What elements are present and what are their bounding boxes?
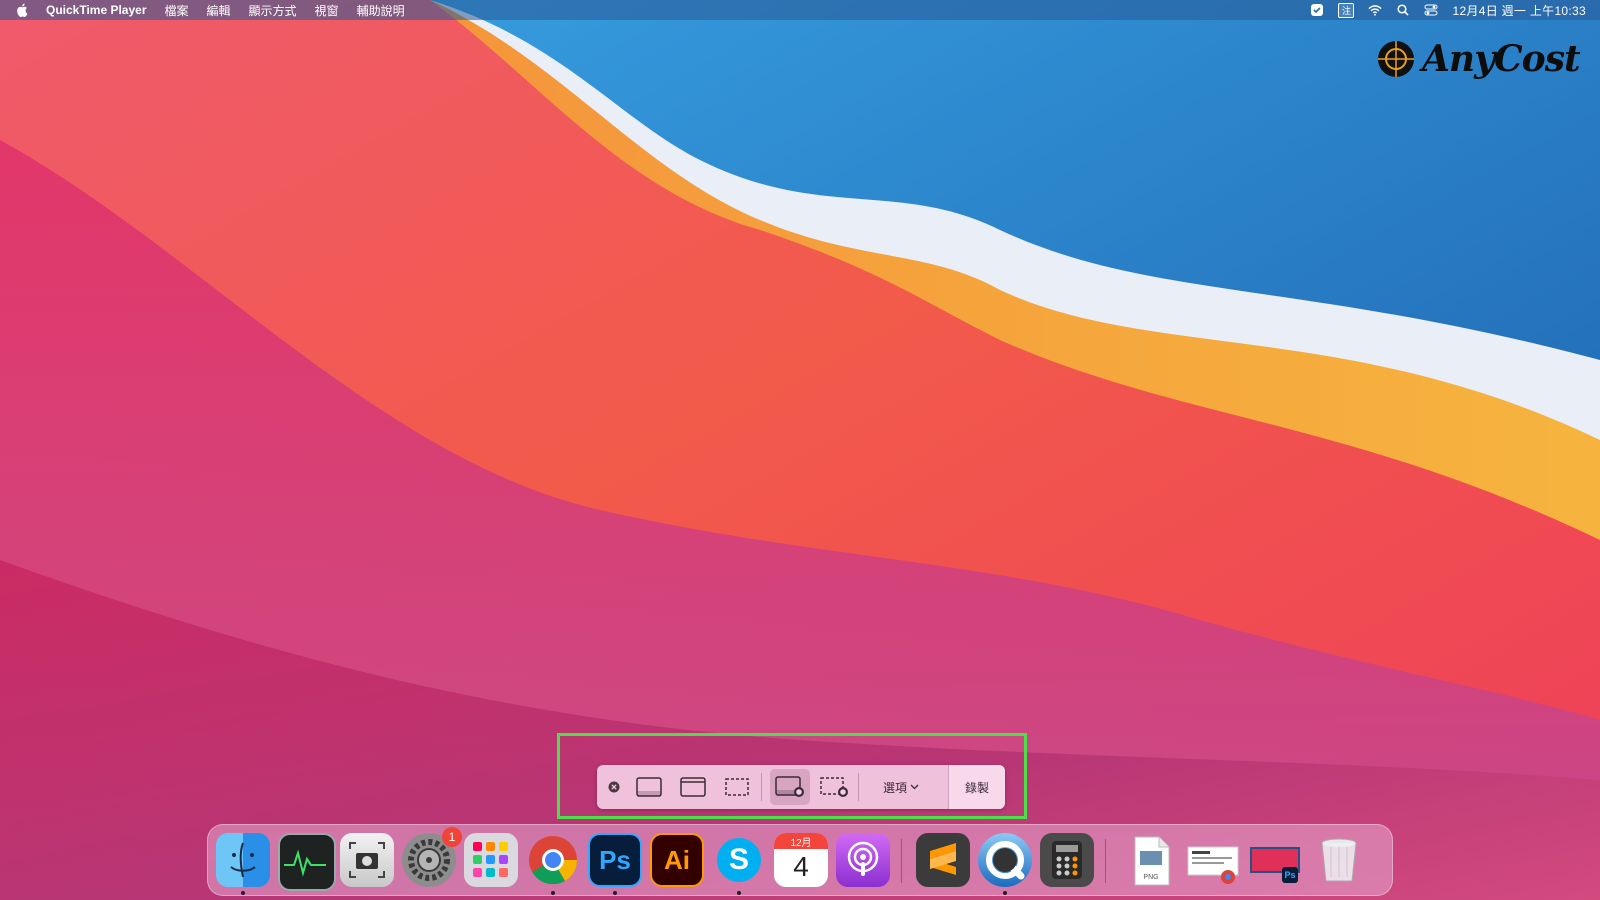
dock-podcasts[interactable]: [836, 833, 890, 887]
chrome-icon: [526, 833, 580, 887]
menu-bar: QuickTime Player 檔案 編輯 顯示方式 視窗 輔助說明 注 12…: [0, 0, 1600, 20]
dock-trash[interactable]: [1312, 833, 1366, 887]
entire-screen-icon: [636, 777, 662, 797]
record-screen-icon: [775, 776, 804, 797]
running-indicator: [1003, 891, 1007, 895]
dock-calendar[interactable]: 12月 4: [774, 833, 828, 887]
record-selection-icon: [820, 777, 848, 797]
running-indicator: [241, 891, 245, 895]
dock-separator: [901, 839, 902, 883]
chevron-down-icon: [910, 784, 919, 790]
menu-help[interactable]: 輔助說明: [357, 2, 405, 19]
record-button[interactable]: 錄製: [948, 765, 1005, 809]
menu-view[interactable]: 顯示方式: [249, 2, 297, 19]
dock-quicktime[interactable]: [978, 833, 1032, 895]
skype-icon: S: [712, 833, 766, 887]
close-icon: [608, 781, 620, 793]
trash-icon: [1312, 833, 1366, 887]
dock-chrome[interactable]: [526, 833, 580, 895]
sublime-text-icon: [916, 833, 970, 887]
record-entire-screen-button[interactable]: [770, 769, 810, 805]
record-selection-button[interactable]: [814, 769, 854, 805]
menu-window[interactable]: 視窗: [315, 2, 339, 19]
window-icon: [680, 777, 706, 797]
screenshot-camera-icon: [340, 833, 394, 887]
launchpad-grid-icon: [464, 833, 518, 887]
dock-activity-monitor[interactable]: [278, 833, 336, 891]
podcasts-icon: [836, 833, 890, 887]
illustrator-icon: Ai: [650, 833, 704, 887]
chrome-document-icon: [1186, 833, 1240, 887]
crosshair-logo-icon: [1378, 41, 1414, 77]
menu-edit[interactable]: 編輯: [207, 2, 231, 19]
control-center-icon[interactable]: [1424, 3, 1438, 17]
capture-selection-button[interactable]: [717, 769, 757, 805]
dock-finder[interactable]: [216, 833, 270, 895]
dock-system-preferences[interactable]: 1: [402, 827, 462, 887]
watermark-text: AnyCost: [1422, 38, 1581, 80]
capture-entire-screen-button[interactable]: [629, 769, 669, 805]
dock-skype[interactable]: S: [712, 833, 766, 895]
photoshop-icon: Ps: [588, 833, 642, 887]
quicktime-icon: [978, 833, 1032, 887]
options-dropdown[interactable]: 選項: [865, 769, 937, 805]
running-indicator: [737, 891, 741, 895]
capture-window-button[interactable]: [673, 769, 713, 805]
dock-launchpad[interactable]: [464, 833, 518, 887]
wifi-icon[interactable]: [1368, 3, 1383, 17]
calculator-icon: [1040, 833, 1094, 887]
spotlight-search-icon[interactable]: [1396, 3, 1410, 17]
watermark-logo: AnyCost: [1376, 34, 1581, 84]
dock-separator: [1105, 839, 1106, 883]
dock-chrome-document[interactable]: [1186, 833, 1240, 887]
dock: 1 Ps Ai S 12月 4 PNG Ps: [207, 824, 1393, 896]
running-indicator: [613, 891, 617, 895]
activity-monitor-icon: [278, 833, 336, 891]
menu-clock[interactable]: 12月4日 週一 上午10:33: [1452, 2, 1586, 19]
finder-icon: [216, 833, 270, 887]
checkmark-status-icon[interactable]: [1310, 3, 1324, 17]
dock-screenshot[interactable]: [340, 833, 394, 887]
menu-file[interactable]: 檔案: [165, 2, 189, 19]
photoshop-document-icon: Ps: [1248, 833, 1302, 887]
dock-calculator[interactable]: [1040, 833, 1094, 887]
screenshot-toolbar: 選項 錄製: [597, 765, 1005, 809]
png-file-icon: PNG: [1124, 833, 1178, 887]
toolbar-separator: [761, 773, 762, 801]
calendar-day: 4: [793, 851, 809, 882]
dock-png-file[interactable]: PNG: [1124, 833, 1178, 887]
input-method-icon[interactable]: 注: [1338, 2, 1355, 18]
calendar-icon: 12月 4: [774, 833, 828, 887]
dock-illustrator[interactable]: Ai: [650, 833, 704, 887]
dashed-selection-icon: [725, 778, 749, 796]
toolbar-separator: [858, 773, 859, 801]
running-indicator: [551, 891, 555, 895]
close-toolbar-button[interactable]: [603, 769, 625, 805]
menu-app-name[interactable]: QuickTime Player: [46, 3, 147, 17]
dock-sublime-text[interactable]: [916, 833, 970, 887]
options-label: 選項: [882, 780, 907, 795]
notification-badge: 1: [442, 827, 462, 847]
apple-icon[interactable]: [16, 3, 28, 17]
dock-photoshop[interactable]: Ps: [588, 833, 642, 895]
dock-photoshop-document[interactable]: Ps: [1248, 833, 1302, 887]
